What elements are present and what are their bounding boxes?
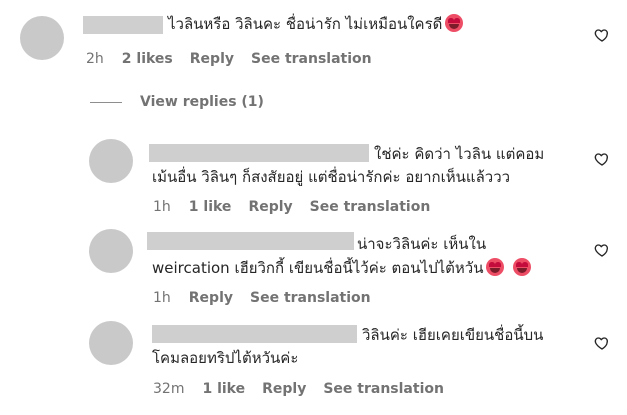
- avatar[interactable]: [89, 321, 133, 365]
- see-translation-link[interactable]: See translation: [251, 51, 372, 67]
- comment-text-line-2: weircation เฮียวิกกี้ เขียนชื่อนี้ไว้ค่ะ…: [152, 255, 532, 281]
- view-replies-button[interactable]: View replies (1): [90, 94, 264, 110]
- timestamp: 32m: [153, 381, 185, 397]
- like-heart-icon[interactable]: [594, 27, 610, 43]
- see-translation-link[interactable]: See translation: [310, 199, 431, 215]
- comment-text-line-2: โคมลอยทริปไต้หวันค่ะ: [152, 349, 299, 367]
- comment-text-line-1: น่าจะวิลินค่ะ เห็นใน: [357, 235, 487, 253]
- comment-text: ไวลินหรือ วิลินคะ ชื่อน่ารัก ไม่เหมือนใค…: [168, 11, 464, 37]
- see-translation-link[interactable]: See translation: [323, 381, 444, 397]
- like-heart-icon[interactable]: [594, 242, 610, 258]
- likes-count[interactable]: 1 like: [189, 199, 232, 215]
- redacted-username[interactable]: [149, 144, 369, 162]
- heart-eyes-emoji-icon: [486, 258, 505, 276]
- heart-eyes-emoji-icon: [445, 14, 464, 32]
- like-heart-icon[interactable]: [594, 151, 610, 167]
- heart-eyes-emoji-icon: [513, 258, 532, 276]
- reply-button[interactable]: Reply: [189, 290, 233, 306]
- comment-meta: 1h 1 like Reply See translation: [153, 199, 447, 215]
- avatar[interactable]: [89, 229, 133, 273]
- reply-button[interactable]: Reply: [190, 51, 234, 67]
- divider-line: [90, 101, 122, 103]
- comment-text-line-1: วิลินค่ะ เฮียเคยเขียนชื่อนี้บน: [362, 326, 544, 344]
- likes-count[interactable]: 1 like: [202, 381, 245, 397]
- timestamp: 1h: [153, 290, 171, 306]
- timestamp: 2h: [86, 51, 104, 67]
- view-replies-label[interactable]: View replies (1): [140, 94, 264, 110]
- redacted-username[interactable]: [83, 16, 163, 34]
- avatar[interactable]: [89, 139, 133, 183]
- like-heart-icon[interactable]: [594, 335, 610, 351]
- redacted-username[interactable]: [147, 232, 354, 250]
- reply-button[interactable]: Reply: [262, 381, 306, 397]
- redacted-username[interactable]: [152, 325, 357, 343]
- likes-count[interactable]: 2 likes: [122, 51, 173, 67]
- reply-button[interactable]: Reply: [248, 199, 292, 215]
- see-translation-link[interactable]: See translation: [250, 290, 371, 306]
- avatar[interactable]: [20, 16, 64, 60]
- comment-text-line-2: เม้นอื่น วิลินๆ ก็สงสัยอยู่ แต่ชื่อน่ารั…: [152, 168, 511, 186]
- comment-meta: 32m 1 like Reply See translation: [153, 381, 461, 397]
- timestamp: 1h: [153, 199, 171, 215]
- comment-meta: 1h Reply See translation: [153, 290, 388, 306]
- comment-meta: 2h 2 likes Reply See translation: [86, 51, 389, 67]
